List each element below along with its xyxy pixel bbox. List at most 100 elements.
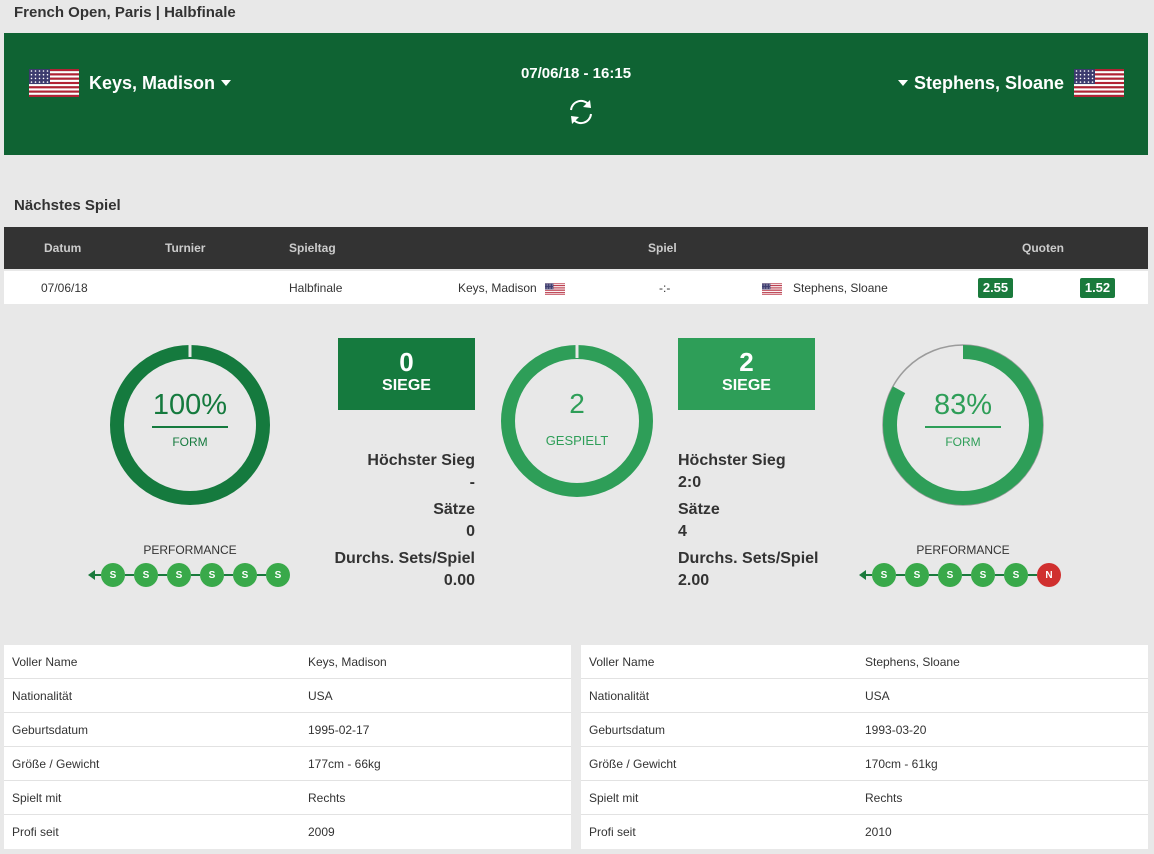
info-value: Keys, Madison: [308, 655, 387, 669]
result-badge: S: [971, 563, 995, 587]
home-stats: Höchster Sieg - Sätze 0 Durchs. Sets/Spi…: [300, 450, 476, 592]
home-form-label: FORM: [172, 435, 208, 449]
played-value: 2: [569, 388, 585, 419]
table-row: Geburtsdatum 1993-03-20: [581, 713, 1148, 747]
info-label: Profi seit: [589, 825, 636, 839]
result-badge: S: [905, 563, 929, 587]
match-score: -:-: [659, 281, 671, 295]
result-badge: S: [134, 563, 158, 587]
divider: [158, 574, 167, 576]
info-label: Spielt mit: [589, 791, 639, 805]
info-label: Voller Name: [12, 655, 78, 669]
match-away-player: Stephens, Sloane: [793, 281, 888, 295]
away-highest-win-label: Höchster Sieg: [678, 452, 786, 469]
away-wins-box: 2 SIEGE: [678, 338, 815, 410]
info-value: USA: [865, 689, 890, 703]
result-badge: S: [872, 563, 896, 587]
divider: [925, 426, 1001, 428]
divider: [1028, 574, 1037, 576]
result-badge: S: [200, 563, 224, 587]
result-badge: S: [167, 563, 191, 587]
info-label: Voller Name: [589, 655, 655, 669]
info-value: 1995-02-17: [308, 723, 370, 737]
table-row: Voller Name Keys, Madison: [4, 645, 571, 679]
home-form-value: 100%: [152, 389, 228, 421]
odds-home-button[interactable]: 2.55: [978, 278, 1013, 298]
table-row: Größe / Gewicht 170cm - 61kg: [581, 747, 1148, 781]
away-stats: Höchster Sieg 2:0 Sätze 4 Durchs. Sets/S…: [678, 450, 878, 592]
divider: [152, 426, 228, 428]
home-sets-label: Sätze: [433, 501, 475, 518]
table-row: Nationalität USA: [581, 679, 1148, 713]
divider: [257, 574, 266, 576]
refresh-icon[interactable]: [566, 97, 596, 127]
col-round: Spieltag: [289, 241, 336, 255]
info-label: Spielt mit: [12, 791, 62, 805]
table-row: Größe / Gewicht 177cm - 66kg: [4, 747, 571, 781]
info-label: Nationalität: [12, 689, 73, 703]
table-row: Geburtsdatum 1995-02-17: [4, 713, 571, 747]
result-badge: S: [938, 563, 962, 587]
home-player-info-table: Voller Name Keys, Madison Nationalität USA G…: [4, 645, 571, 849]
away-wins-value: 2: [739, 347, 754, 377]
info-label: Geburtsdatum: [589, 723, 666, 737]
table-row[interactable]: 07/06/18 Halbfinale Keys, Madison -:- St…: [4, 271, 1148, 304]
away-form-value: 83%: [933, 389, 993, 421]
away-wins-label: SIEGE: [722, 377, 771, 394]
away-player-name: Stephens, Sloane: [913, 72, 1064, 93]
info-value: 177cm - 66kg: [308, 757, 381, 771]
away-sets-label: Sätze: [678, 501, 720, 518]
home-wins-value: 0: [399, 347, 414, 377]
home-avg-value: 0.00: [443, 572, 475, 589]
divider: [125, 574, 134, 576]
match-round: Halbfinale: [289, 281, 343, 295]
home-sets-value: 0: [466, 523, 475, 540]
divider: [962, 574, 971, 576]
result-badge: S: [266, 563, 290, 587]
info-value: Stephens, Sloane: [865, 655, 960, 669]
info-label: Nationalität: [589, 689, 650, 703]
us-flag-icon: [1074, 69, 1124, 97]
away-avg-label: Durchs. Sets/Spiel: [678, 550, 819, 567]
away-performance-strip: SSSSSN: [859, 563, 1061, 587]
odds-away-button[interactable]: 1.52: [1080, 278, 1115, 298]
away-player-info-table: Voller Name Stephens, Sloane Nationalität U…: [581, 645, 1148, 849]
arrow-left-icon: [88, 570, 95, 580]
home-performance-label: PERFORMANCE: [143, 543, 237, 557]
section-title-next-match: Nächstes Spiel: [14, 197, 121, 214]
away-avg-value: 2.00: [678, 572, 710, 589]
result-badge: S: [1004, 563, 1028, 587]
match-hero: Keys, Madison 07/06/18 - 16:15 Stephens,…: [4, 33, 1148, 155]
table-row: Profi seit 2009: [4, 815, 571, 849]
info-value: 2010: [865, 825, 892, 839]
info-value: Rechts: [865, 791, 903, 805]
divider: [929, 574, 938, 576]
table-row: Spielt mit Rechts: [581, 781, 1148, 815]
played-ring-graphic: [501, 344, 653, 497]
away-form-ring: 83% FORM: [881, 343, 1045, 507]
caret-down-icon: [897, 80, 908, 86]
col-odds: Quoten: [1022, 241, 1064, 255]
home-avg-label: Durchs. Sets/Spiel: [334, 550, 476, 567]
info-label: Geburtsdatum: [12, 723, 89, 737]
away-sets-value: 4: [678, 523, 687, 540]
info-label: Größe / Gewicht: [12, 757, 100, 771]
col-tournament: Turnier: [165, 241, 206, 255]
divider: [191, 574, 200, 576]
away-form-label: FORM: [945, 435, 981, 449]
table-row: Nationalität USA: [4, 679, 571, 713]
away-player-selector[interactable]: Stephens, Sloane: [892, 69, 1124, 97]
result-badge: N: [1037, 563, 1061, 587]
divider: [896, 574, 905, 576]
info-value: 170cm - 61kg: [865, 757, 938, 771]
away-performance-label: PERFORMANCE: [916, 543, 1010, 557]
us-flag-icon: [762, 283, 782, 295]
home-performance-strip: SSSSSS: [88, 563, 290, 587]
info-value: USA: [308, 689, 333, 703]
match-home-player: Keys, Madison: [458, 281, 537, 295]
played-ring: 2 GESPIELT: [500, 344, 654, 498]
home-wins-box: 0 SIEGE: [338, 338, 475, 410]
home-highest-win-value: -: [469, 474, 475, 491]
col-match: Spiel: [648, 241, 677, 255]
divider: [995, 574, 1004, 576]
